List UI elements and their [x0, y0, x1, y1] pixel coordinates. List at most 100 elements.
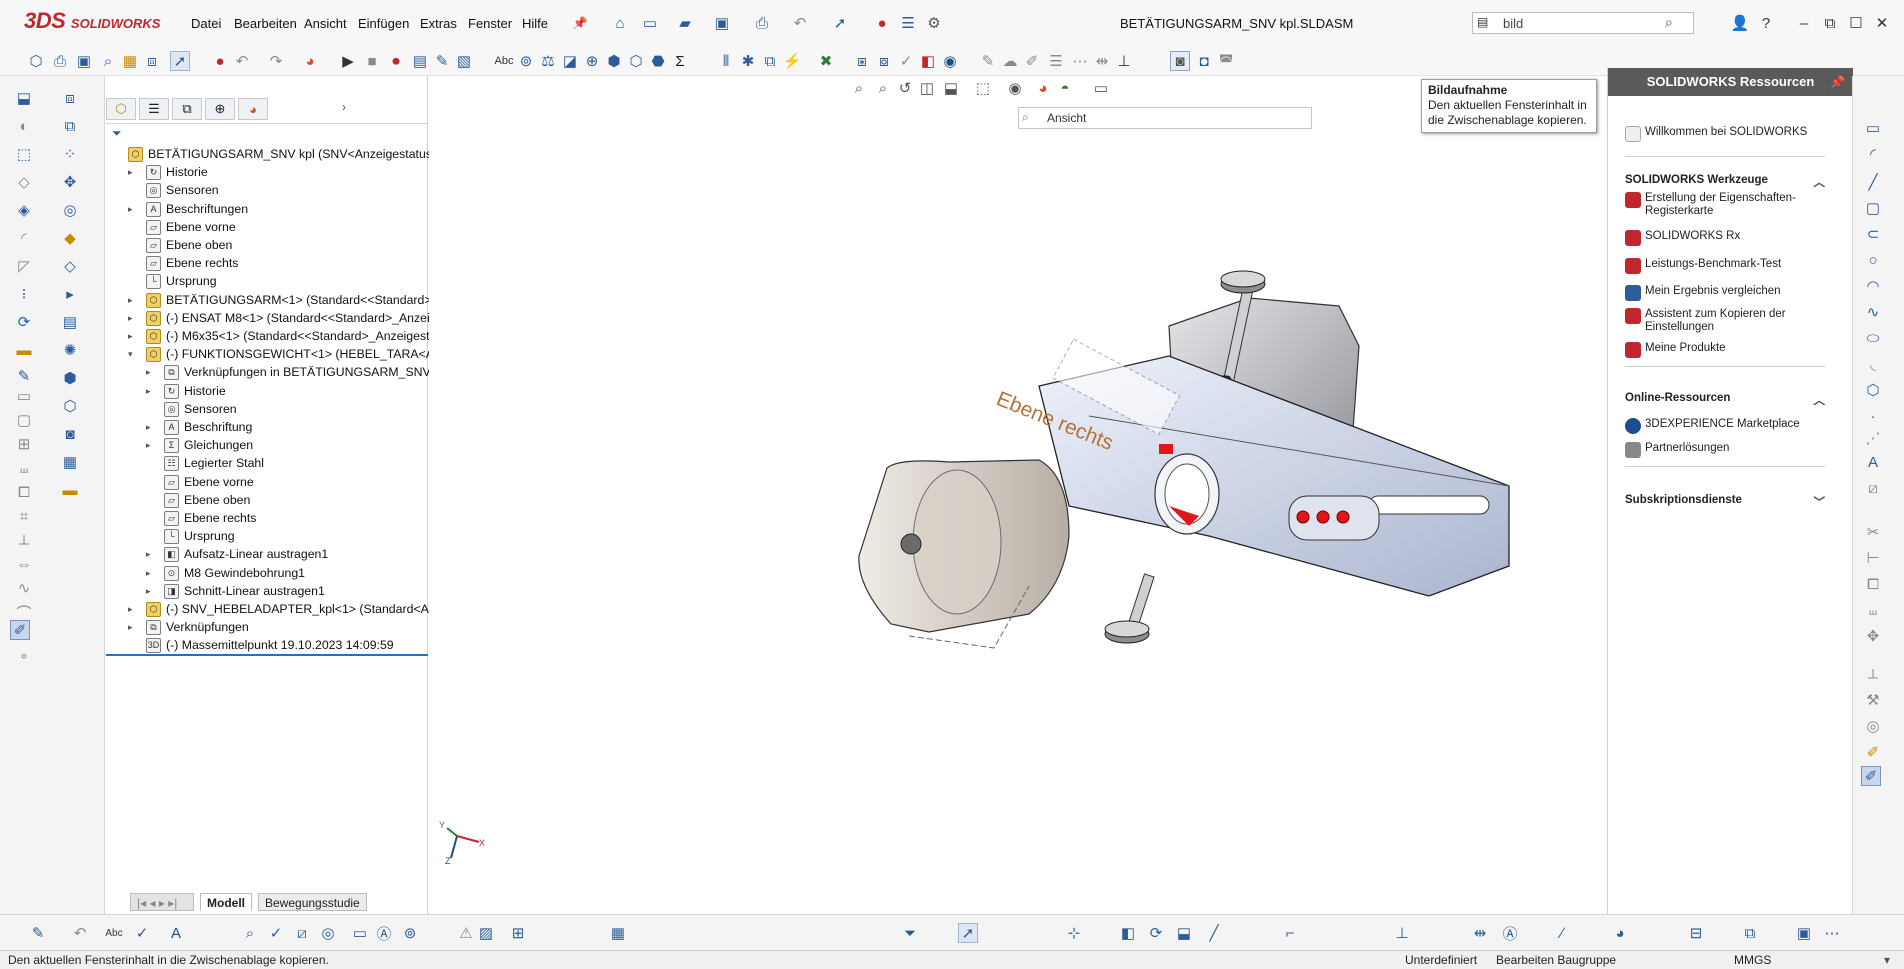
component-pattern-icon[interactable]: ⁘ [60, 144, 80, 164]
magnifier-icon[interactable]: ⌕ [1665, 14, 1673, 31]
save-icon[interactable]: ▣ [712, 13, 732, 33]
costing-icon[interactable]: ◧ [918, 51, 938, 71]
bottom-layer-icon[interactable]: ⧉ [1740, 923, 1760, 943]
subscription-header[interactable]: Subskriptionsdienste ﹀ [1625, 494, 1825, 509]
home-icon[interactable]: ⌂ [610, 13, 630, 33]
tab-navigation-arrows[interactable]: |◂ ◂ ▸ ▸| [130, 893, 194, 911]
bottom-format-icon[interactable]: ✓ [132, 923, 152, 943]
undo-toolbar-icon[interactable]: ↶ [232, 51, 252, 71]
bottom-coords-icon[interactable]: ⊥ [1392, 923, 1412, 943]
tool-item-rx[interactable]: SOLIDWORKS Rx [1625, 230, 1740, 246]
dimension-gray-icon[interactable]: ⇹ [1092, 51, 1112, 71]
baseline-icon[interactable]: ⊥ [1114, 51, 1134, 71]
bottom-plane-icon[interactable]: ◧ [1118, 923, 1138, 943]
bottom-cube-icon[interactable]: ⬓ [1174, 923, 1194, 943]
tools-header[interactable]: SOLIDWORKS Werkzeuge ︿ [1625, 174, 1825, 189]
cloud-gray-icon[interactable]: ☁ [1000, 51, 1020, 71]
line-icon[interactable]: ▭ [14, 386, 34, 406]
expand-subscription-icon[interactable]: ﹀ [1814, 494, 1826, 510]
collapse-tools-icon[interactable]: ︿ [1814, 174, 1826, 190]
sketch-edit-icon[interactable]: ✐ [1863, 742, 1883, 762]
assembly-features-icon[interactable]: ◆ [60, 228, 80, 248]
menu-fenster[interactable]: Fenster [468, 16, 512, 31]
graphics-area[interactable]: ⌕ ⌕ ↺ ◫ ⬓ ⬚ ◉ ◕ ◓ ▭ Ebene rechts Y X Z [429, 76, 1755, 914]
offset-icon[interactable]: ⧠ [14, 482, 34, 502]
traffic-light-icon[interactable]: ● [210, 51, 230, 71]
show-hidden-icon[interactable]: ◎ [60, 200, 80, 220]
sketch-spline-icon[interactable]: ∿ [1863, 302, 1883, 322]
bottom-check-icon[interactable]: ✓ [266, 923, 286, 943]
help-icon[interactable]: ? [1756, 13, 1776, 33]
sketch-icon[interactable]: ✎ [14, 366, 34, 386]
drawing-icon[interactable]: ▦ [120, 51, 140, 71]
mass-properties-icon[interactable]: ⚖ [538, 51, 558, 71]
mate-toolbar-icon[interactable]: ⧉ [60, 116, 80, 136]
bottom-balloon-icon[interactable]: ◎ [318, 923, 338, 943]
chamfer-icon[interactable]: ◸ [14, 256, 34, 276]
check-icon[interactable]: ⊕ [582, 51, 602, 71]
rebuild-icon[interactable]: ● [872, 13, 892, 33]
select-toolbar-icon[interactable]: ➚ [170, 51, 190, 71]
bottom-datum-icon[interactable]: ▭ [350, 923, 370, 943]
reference-geometry-icon[interactable]: ◇ [60, 256, 80, 276]
assembly-toolbar-icon[interactable]: ⧈ [142, 51, 162, 71]
tool-item-products[interactable]: Meine Produkte [1625, 342, 1726, 358]
record-icon[interactable]: ⏺ [386, 51, 406, 71]
pin-icon[interactable]: 📌 [570, 13, 590, 33]
tool-item-compare[interactable]: Mein Ergebnis vergleichen [1625, 285, 1781, 301]
new-motion-study-icon[interactable]: ▸ [60, 284, 80, 304]
trim-gray-icon[interactable]: ✂ [1863, 522, 1883, 542]
tool-item-copy-settings[interactable]: Assistent zum Kopieren der Einstellungen [1625, 308, 1825, 334]
sketch-circle-icon[interactable]: ○ [1863, 250, 1883, 270]
bottom-sketch-icon[interactable]: ✎ [28, 923, 48, 943]
move-component-icon[interactable]: ✥ [60, 172, 80, 192]
sketch-centerline-icon[interactable]: ⋰ [1863, 428, 1883, 448]
bottom-more-icon[interactable]: ⋯ [1822, 923, 1842, 943]
bottom-save-icon[interactable]: ▣ [1794, 923, 1814, 943]
take-snapshot-icon[interactable]: ◙ [60, 424, 80, 444]
sketch-box-icon[interactable]: ▢ [1863, 198, 1883, 218]
solidworks-logo[interactable]: 3DS SOLIDWORKS [24, 8, 160, 34]
arc-icon[interactable]: ⌒ [14, 602, 34, 622]
tab-bewegungsstudie[interactable]: Bewegungsstudie 1 [258, 893, 367, 928]
tool-item-benchmark[interactable]: Leistungs-Benchmark-Test [1625, 258, 1781, 274]
loft-icon[interactable]: ◇ [14, 172, 34, 192]
assembly-insert-icon[interactable]: ⧈ [60, 88, 80, 108]
hole-alignment-icon[interactable]: ⬣ [648, 51, 668, 71]
appearance-icon[interactable]: ◕ [300, 51, 320, 71]
equations-icon[interactable]: Σ [670, 51, 690, 71]
macro-new-icon[interactable]: ▧ [454, 51, 474, 71]
bottom-warning-icon[interactable]: ⚠ [456, 923, 476, 943]
sketch-fillet-icon[interactable]: ◜ [1863, 144, 1883, 164]
welcome-link[interactable]: Willkommen bei SOLIDWORKS [1625, 126, 1807, 142]
bottom-select-icon[interactable]: ➚ [958, 923, 978, 943]
bottom-appearance-icon[interactable]: ◕ [1610, 923, 1630, 943]
smart-dimension-right-icon[interactable]: ✐ [1861, 766, 1881, 786]
undo-icon[interactable]: ↶ [790, 13, 810, 33]
user-icon[interactable]: 👤 [1730, 13, 1750, 33]
pdm-icon[interactable]: ⧇ [874, 51, 894, 71]
tile-windows-icon[interactable]: ⧉ [1820, 13, 1840, 33]
tree-item[interactable]: 3D (-) Massemittelpunkt 19.10.2023 14:09:… [106, 635, 428, 657]
bottom-table-icon[interactable]: ⊞ [508, 923, 528, 943]
bottom-line-tool-icon[interactable]: ∕ [1552, 923, 1572, 943]
simulation-icon[interactable]: ◉ [940, 51, 960, 71]
bom-icon[interactable]: ▤ [60, 312, 80, 332]
mirror-gray-icon[interactable]: ⧢ [1863, 600, 1883, 620]
update-speedpak-icon[interactable]: ⬡ [60, 396, 80, 416]
print-icon[interactable]: ⎙ [752, 13, 772, 33]
options-gear-icon[interactable]: ⚙ [924, 13, 944, 33]
bottom-smart-dim-icon[interactable]: ⇹ [1470, 923, 1490, 943]
clearance-icon[interactable]: ⬡ [626, 51, 646, 71]
rectangle-icon[interactable]: ▢ [14, 410, 34, 430]
bottom-point-icon[interactable]: ⊹ [1064, 923, 1084, 943]
relations-icon[interactable]: ⟂ [14, 530, 34, 550]
section-properties-icon[interactable]: ◪ [560, 51, 580, 71]
select-icon[interactable]: ➚ [830, 13, 850, 33]
spell-check-icon[interactable]: Abc [494, 51, 514, 71]
excel-icon[interactable]: ✖ [816, 51, 836, 71]
lines-gray-icon[interactable]: ☰ [1046, 51, 1066, 71]
zoom-fit-icon[interactable]: ⌕ [98, 51, 118, 71]
macro-edit-icon[interactable]: ✎ [432, 51, 452, 71]
menu-ansicht[interactable]: Ansicht [304, 16, 347, 31]
